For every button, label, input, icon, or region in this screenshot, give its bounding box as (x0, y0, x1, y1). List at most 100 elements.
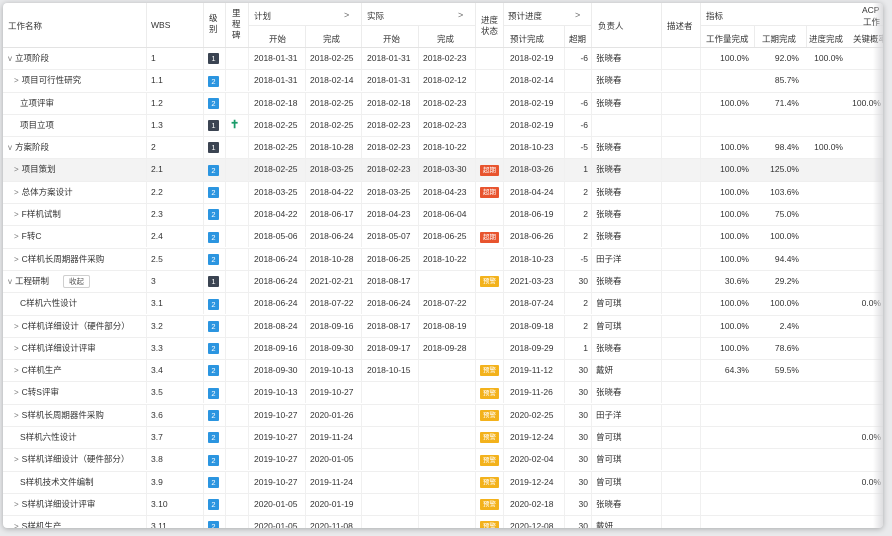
pe-cell: 2020-01-05 (310, 454, 354, 465)
table-row[interactable]: v 方案阶段 2 1 2018-02-25 2018-10-28 2018-02-23 201… (3, 137, 883, 160)
od-cell: 30 (578, 409, 588, 420)
status-badge: 预警 (480, 410, 499, 421)
col-progress-status[interactable]: 进度 状态 (481, 15, 498, 37)
col-actual-end[interactable]: 完成 (437, 33, 454, 45)
chevron-right-icon[interactable]: > (14, 411, 19, 420)
table-row[interactable]: v 立项阶段 1 1 2018-01-31 2018-02-25 2018-01-31 201… (3, 48, 883, 71)
table-row[interactable]: > 项目策划 2.1 2 2018-02-25 2018-03-25 2018-02-23 2… (3, 159, 883, 182)
table-row[interactable]: > 项目可行性研究 1.1 2 2018-01-31 2018-02-14 2018-01-… (3, 70, 883, 93)
table-row[interactable]: > C转S评审 3.5 2 2019-10-13 2019-10-27 预警 2019-11-… (3, 382, 883, 405)
chevron-right-icon[interactable]: > (14, 188, 19, 197)
chevron-down-icon[interactable]: v (8, 143, 12, 152)
chevron-right-icon[interactable]: > (14, 344, 19, 353)
task-name[interactable]: 工程研制 (15, 276, 49, 286)
pe-cell: 2020-01-19 (310, 498, 354, 509)
chevron-down-icon[interactable]: v (8, 277, 12, 286)
chevron-right-icon[interactable]: > (14, 455, 19, 464)
col-plan-start[interactable]: 开始 (269, 33, 286, 45)
table-row[interactable]: > S样机详细设计（硬件部分） 3.8 2 2019-10-27 2020-01-05 预警… (3, 449, 883, 472)
table-row[interactable]: > C样机长周期器件采购 2.5 2 2018-06-24 2018-10-28 2018-… (3, 248, 883, 271)
scroll-shadow (873, 3, 883, 528)
chevron-right-icon[interactable]: > (14, 255, 19, 264)
milestone-cell (230, 226, 246, 247)
col-task-name[interactable]: 工作名称 (8, 20, 42, 32)
pe-cell: 2018-02-25 (310, 119, 354, 130)
milestone-cell (230, 182, 246, 203)
col-forecast-end[interactable]: 预计完成 (510, 33, 544, 45)
table-row[interactable]: > S样机详细设计评审 3.10 2 2020-01-05 2020-01-19 预警 202… (3, 493, 883, 517)
chevron-right-icon[interactable]: > (14, 522, 19, 528)
task-name[interactable]: F样机试制 (22, 209, 61, 219)
task-name[interactable]: S样机六性设计 (20, 432, 77, 442)
plan-expand-icon[interactable]: > (344, 10, 349, 20)
forecast-expand-icon[interactable]: > (575, 10, 580, 20)
task-name[interactable]: C样机生产 (22, 365, 62, 375)
col-overdue[interactable]: 超期 (569, 33, 586, 45)
task-name[interactable]: 总体方案设计 (22, 187, 73, 197)
task-name[interactable]: 项目策划 (22, 164, 56, 174)
od-cell: 2 (583, 298, 588, 309)
od-cell (564, 70, 588, 91)
task-name[interactable]: 项目可行性研究 (22, 75, 82, 85)
table-row[interactable]: > F转C 2.4 2 2018-05-06 2018-06-24 2018-05-07 20… (3, 226, 883, 249)
chevron-right-icon[interactable]: > (14, 366, 19, 375)
col-duration-done[interactable]: 工期完成 (762, 33, 796, 45)
chevron-right-icon[interactable]: > (14, 322, 19, 331)
table-row[interactable]: S样机六性设计 3.7 2 2019-10-27 2019-11-24 预警 2019-12… (3, 427, 883, 450)
table-row[interactable]: S样机技术文件编制 3.9 2 2019-10-27 2019-11-24 预警 2019-… (3, 471, 883, 494)
chevron-down-icon[interactable]: v (8, 54, 12, 63)
table-row[interactable]: > F样机试制 2.3 2 2018-04-22 2018-06-17 2018-04-23… (3, 204, 883, 227)
task-name[interactable]: C转S评审 (22, 387, 59, 397)
task-name[interactable]: C样机详细设计评审 (22, 343, 96, 353)
table-row[interactable]: 项目立项 1.3 1 ✝ 2018-02-25 2018-02-25 2018-02-23 2… (3, 114, 883, 138)
chevron-right-icon[interactable]: > (14, 76, 19, 85)
fe-cell: 2018-02-19 (510, 53, 554, 63)
col-supervisor[interactable]: 描述者 (667, 20, 693, 32)
table-row[interactable]: > C样机详细设计（硬件部分） 3.2 2 2018-08-24 2018-09-16 20… (3, 315, 883, 338)
task-name[interactable]: C样机详细设计（硬件部分） (22, 321, 130, 331)
task-name[interactable]: 立项阶段 (15, 53, 49, 63)
task-name[interactable]: F转C (22, 231, 42, 241)
table-row[interactable]: 立项评审 1.2 2 2018-02-18 2018-02-25 2018-02-18 20… (3, 92, 883, 115)
task-name[interactable]: C样机长周期器件采购 (22, 254, 105, 264)
task-name[interactable]: 项目立项 (20, 120, 54, 130)
task-name[interactable]: 立项评审 (20, 98, 54, 108)
level-cell: 2 (208, 449, 224, 470)
task-name[interactable]: S样机详细设计评审 (22, 499, 96, 509)
od-cell: 30 (578, 476, 588, 487)
col-progress-done[interactable]: 进度完成 (809, 33, 843, 45)
task-name[interactable]: S样机长周期器件采购 (22, 410, 104, 420)
pe-cell: 2018-07-22 (310, 298, 354, 309)
chevron-right-icon[interactable]: > (14, 232, 19, 241)
table-row[interactable]: > S样机生产 3.11 2 2020-01-05 2020-11-08 预警 2020-12… (3, 516, 883, 528)
col-milestone[interactable]: 里 程 碑 (232, 8, 241, 41)
actual-expand-icon[interactable]: > (458, 10, 463, 20)
table-row[interactable]: C样机六性设计 3.1 2 2018-06-24 2018-07-22 2018-06-2… (3, 293, 883, 316)
chevron-right-icon[interactable]: > (14, 210, 19, 219)
ae-cell: 2018-04-23 (423, 186, 467, 197)
col-plan-end[interactable]: 完成 (323, 33, 340, 45)
task-name[interactable]: S样机生产 (22, 521, 62, 528)
chevron-right-icon[interactable]: > (14, 388, 19, 397)
chevron-right-icon[interactable]: > (14, 165, 19, 174)
table-row[interactable]: > 总体方案设计 2.2 2 2018-03-25 2018-04-22 2018-03-2… (3, 181, 883, 205)
milestone-cell (230, 516, 246, 528)
table-row[interactable]: > S样机长周期器件采购 3.6 2 2019-10-27 2020-01-26 预警 202… (3, 404, 883, 428)
chevron-right-icon[interactable]: > (14, 500, 19, 509)
table-row[interactable]: > C样机生产 3.4 2 2018-09-30 2019-10-13 2018-10-15… (3, 360, 883, 383)
ae-cell (423, 360, 475, 381)
col-owner[interactable]: 负责人 (598, 20, 624, 32)
col-wbs[interactable]: WBS (151, 20, 170, 30)
table-row[interactable]: v 工程研制 收起 3 1 2018-06-24 2021-02-21 2018-08-17 预… (3, 270, 883, 294)
table-row[interactable]: > C样机详细设计评审 3.3 2 2018-09-16 2018-09-30 2018-0… (3, 337, 883, 361)
col-workload-done[interactable]: 工作量完成 (706, 33, 749, 45)
task-name[interactable]: S样机详细设计（硬件部分） (22, 454, 130, 464)
level-badge: 1 (208, 142, 219, 154)
task-name[interactable]: C样机六性设计 (20, 298, 77, 308)
col-level[interactable]: 级 别 (209, 13, 218, 35)
ae-cell: 2018-02-23 (423, 53, 467, 63)
task-name[interactable]: 方案阶段 (15, 142, 49, 152)
task-name[interactable]: S样机技术文件编制 (20, 477, 94, 487)
collapse-button[interactable]: 收起 (63, 274, 91, 288)
col-actual-start[interactable]: 开始 (383, 33, 400, 45)
